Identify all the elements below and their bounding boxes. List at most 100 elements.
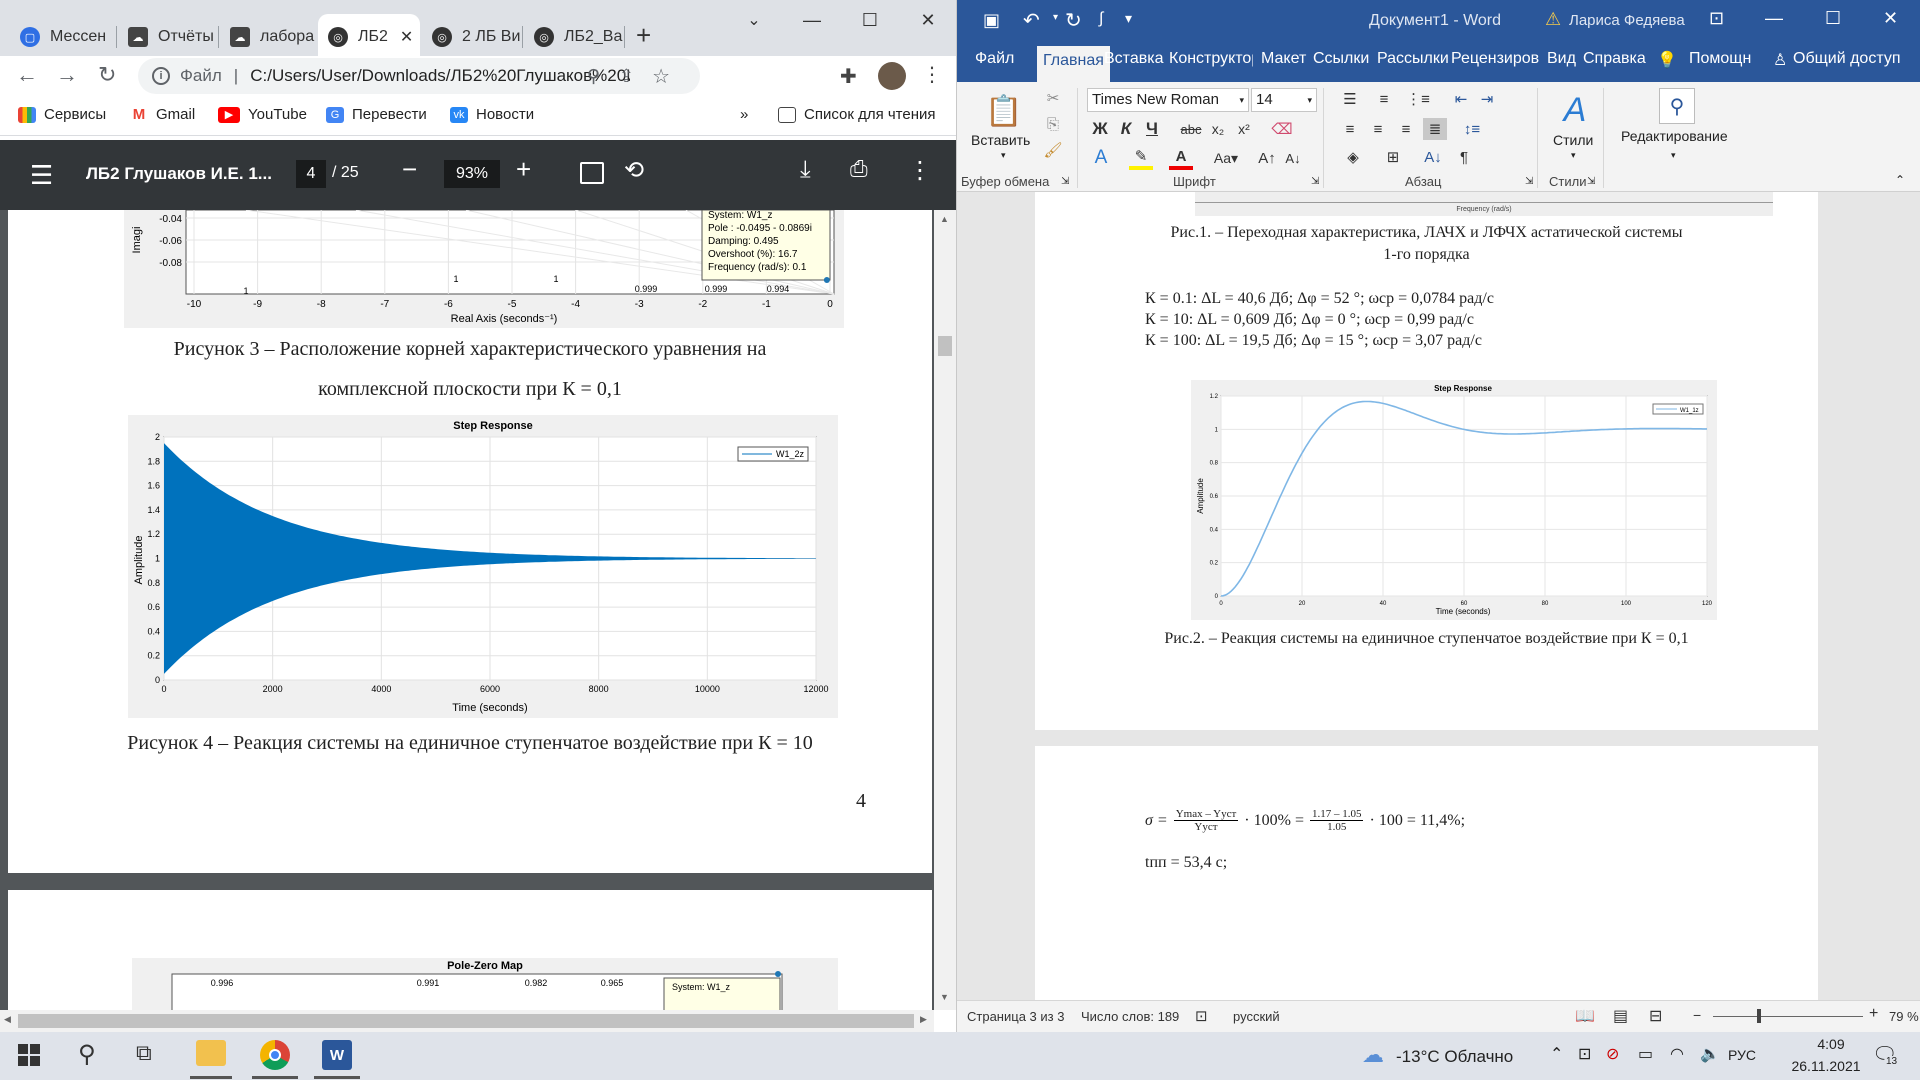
multilevel-list-icon[interactable]: ⋮≡ — [1405, 88, 1431, 110]
status-zoom[interactable]: 79 % — [1889, 1009, 1919, 1024]
shading-icon[interactable]: ◈ — [1339, 146, 1367, 168]
profile-avatar[interactable] — [878, 62, 906, 90]
scroll-left-arrow[interactable]: ◀ — [4, 1014, 11, 1025]
change-case-icon[interactable]: Aa▾ — [1211, 146, 1241, 170]
tab-help[interactable]: Справка — [1583, 50, 1646, 68]
info-icon[interactable]: i — [152, 67, 170, 85]
clipboard-launcher-icon[interactable]: ⇲ — [1061, 176, 1069, 187]
bookmark-star-icon[interactable]: ☆ — [652, 64, 670, 89]
tab-insert[interactable]: Вставка — [1104, 50, 1163, 68]
zoom-icon[interactable]: ⚲ — [587, 66, 600, 87]
clock-time[interactable]: 4:09 — [1796, 1036, 1866, 1052]
tab-layout[interactable]: Макет — [1261, 50, 1306, 68]
styles-button[interactable]: Стили — [1553, 132, 1593, 148]
underline-icon[interactable]: Ч — [1141, 118, 1163, 140]
tell-me-search[interactable]: Помощн — [1689, 50, 1751, 68]
pdf-more-icon[interactable]: ⋮ — [908, 156, 932, 185]
font-size-dropdown-icon[interactable]: ▾ — [1307, 95, 1312, 106]
file-explorer-icon[interactable] — [196, 1040, 226, 1066]
input-language[interactable]: РУС — [1728, 1047, 1756, 1063]
status-language[interactable]: русский — [1233, 1009, 1280, 1024]
copy-icon[interactable]: ⎘ — [1043, 114, 1063, 134]
zoom-slider[interactable] — [1713, 1016, 1863, 1017]
word-close-button[interactable]: ✕ — [1883, 8, 1898, 29]
zoom-in-button[interactable]: + — [1869, 1005, 1878, 1023]
format-painter-icon[interactable]: 🖌 — [1043, 140, 1063, 160]
subscript-icon[interactable]: x₂ — [1207, 118, 1229, 140]
font-color-icon[interactable]: A — [1169, 146, 1193, 170]
bookmark-services[interactable]: Сервисы — [18, 106, 106, 123]
zoom-in-icon[interactable]: + — [516, 154, 531, 185]
share-icon[interactable]: ⇪ — [619, 66, 634, 87]
superscript-icon[interactable]: x² — [1233, 118, 1255, 140]
styles-launcher-icon[interactable]: ⇲ — [1587, 176, 1595, 187]
bold-icon[interactable]: Ж — [1089, 118, 1111, 140]
windows-start-icon[interactable] — [18, 1044, 40, 1066]
wifi-icon[interactable]: ◠ — [1670, 1044, 1684, 1064]
bookmark-gmail[interactable]: M Gmail — [130, 106, 195, 123]
styles-dropdown-icon[interactable]: ▾ — [1571, 150, 1576, 161]
pdf-vertical-scrollbar[interactable]: ▲ ▼ — [934, 210, 956, 1010]
proofing-icon[interactable]: ⊡ — [1195, 1007, 1208, 1025]
editing-button[interactable]: Редактирование — [1621, 128, 1728, 144]
clear-formatting-icon[interactable]: ⌫ — [1271, 118, 1293, 140]
customize-qat-icon[interactable]: ▾ — [1125, 10, 1132, 27]
tab-0[interactable]: ▢ Мессен — [10, 14, 115, 60]
chrome-menu-icon[interactable]: ⋮ — [922, 62, 942, 87]
tab-4[interactable]: ◎ 2 ЛБ Ви — [422, 14, 522, 60]
equation-icon[interactable]: ∫ — [1099, 10, 1103, 28]
bookmark-translate[interactable]: G Перевести — [326, 106, 427, 123]
zoom-level-input[interactable]: 93% — [444, 160, 500, 188]
save-icon[interactable]: ▣ — [983, 10, 1000, 31]
align-left-icon[interactable]: ≡ — [1339, 118, 1361, 140]
borders-icon[interactable]: ⊞ — [1379, 146, 1407, 168]
fit-page-icon[interactable] — [580, 162, 604, 184]
bookmark-youtube[interactable]: ▶ YouTube — [218, 106, 307, 123]
share-button[interactable]: Общий доступ — [1793, 50, 1901, 68]
scroll-down-arrow[interactable]: ▼ — [940, 992, 949, 1002]
rotate-icon[interactable]: ⟲ — [624, 156, 644, 185]
tab-search-icon[interactable]: ⌄ — [728, 0, 780, 40]
tab-references[interactable]: Ссылки — [1313, 50, 1369, 68]
read-mode-icon[interactable]: 📖 — [1575, 1006, 1595, 1026]
tab-file[interactable]: Файл — [975, 50, 1014, 68]
forward-arrow-icon[interactable]: → — [56, 62, 78, 88]
word-maximize-button[interactable]: ☐ — [1825, 8, 1841, 29]
paste-button[interactable]: Вставить — [971, 132, 1030, 148]
bookmarks-overflow-icon[interactable]: » — [740, 106, 748, 123]
tab-design[interactable]: Конструктор — [1169, 50, 1253, 68]
line-spacing-icon[interactable]: ↕≡ — [1457, 118, 1487, 140]
print-layout-icon[interactable]: ▤ — [1613, 1006, 1628, 1026]
text-effects-icon[interactable]: A — [1089, 146, 1113, 170]
tab-review[interactable]: Рецензиров — [1451, 50, 1539, 68]
tab-1[interactable]: ☁ Отчёты — [118, 14, 218, 60]
tab-5[interactable]: ◎ ЛБ2_Ва — [524, 14, 624, 60]
bookmark-news[interactable]: vk Новости — [450, 106, 534, 123]
search-icon[interactable]: ⚲ — [78, 1040, 96, 1069]
page-number-input[interactable]: 4 — [296, 160, 326, 188]
styles-gallery-icon[interactable]: A — [1553, 88, 1597, 132]
reload-icon[interactable]: ↻ — [98, 62, 116, 88]
task-view-icon[interactable]: ⧉ — [136, 1040, 152, 1066]
align-right-icon[interactable]: ≡ — [1395, 118, 1417, 140]
italic-icon[interactable]: К — [1115, 118, 1137, 140]
tab-home[interactable]: Главная — [1037, 46, 1110, 82]
battery-icon[interactable]: ▭ — [1638, 1044, 1653, 1064]
undo-dropdown-icon[interactable]: ▾ — [1053, 12, 1058, 23]
zoom-out-button[interactable]: − — [1693, 1007, 1701, 1023]
decrease-indent-icon[interactable]: ⇤ — [1449, 88, 1473, 110]
status-page[interactable]: Страница 3 из 3 — [967, 1009, 1064, 1024]
network-error-icon[interactable]: ⊘ — [1606, 1044, 1619, 1064]
font-name-box[interactable]: Times New Roman ▾ — [1087, 88, 1249, 112]
cut-icon[interactable]: ✂ — [1043, 88, 1063, 108]
extensions-puzzle-icon[interactable]: ✚ — [840, 64, 857, 89]
increase-indent-icon[interactable]: ⇥ — [1475, 88, 1499, 110]
address-bar[interactable]: i Файл | C:/Users/User/Downloads/ЛБ2%20Г… — [138, 58, 700, 94]
maximize-button[interactable]: ☐ — [842, 0, 898, 40]
justify-icon[interactable]: ≣ — [1423, 118, 1447, 140]
meet-now-icon[interactable]: ⊡ — [1578, 1044, 1591, 1064]
font-launcher-icon[interactable]: ⇲ — [1311, 176, 1319, 187]
scroll-up-arrow[interactable]: ▲ — [940, 214, 949, 224]
h-scroll-thumb[interactable] — [18, 1014, 914, 1028]
grow-font-icon[interactable]: A↑ — [1255, 146, 1279, 170]
